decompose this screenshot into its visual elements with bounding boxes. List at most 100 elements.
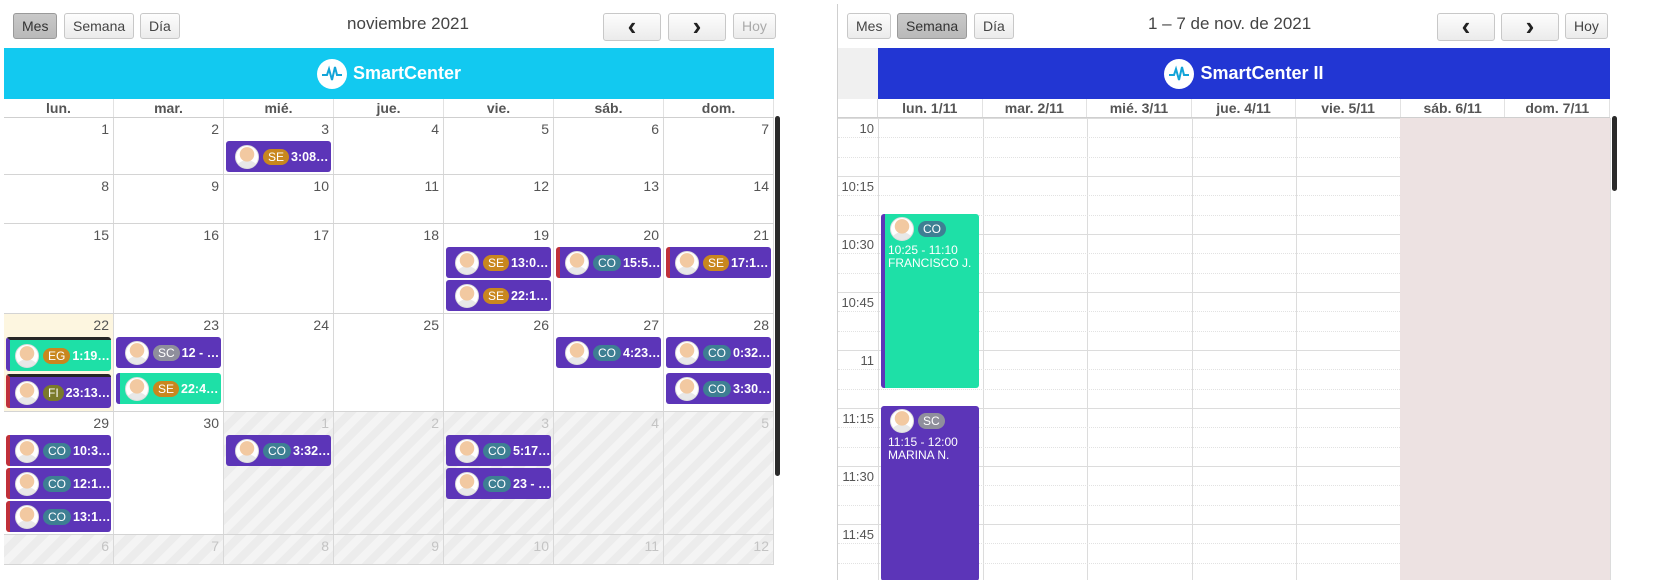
week-event[interactable]: CO 10:25 - 11:10 FRANCISCO J. bbox=[881, 214, 979, 388]
day-cell[interactable]: 11 bbox=[334, 175, 444, 223]
event-chip[interactable]: SE13:04 - ... bbox=[446, 247, 551, 278]
day-cell-other-month[interactable]: 7 bbox=[114, 535, 224, 564]
day-cell-other-month[interactable]: 4 bbox=[554, 412, 664, 534]
event-chip[interactable]: SE17:18 R... bbox=[666, 247, 771, 278]
vertical-scrollbar[interactable] bbox=[1612, 116, 1617, 191]
weekday-header: lun. mar. mié. jue. vie. sáb. dom. bbox=[4, 99, 774, 118]
day-number: 9 bbox=[431, 538, 439, 554]
day-cell-other-month[interactable]: 5 bbox=[664, 412, 774, 534]
day-cell-other-month[interactable]: 6 bbox=[4, 535, 114, 564]
day-cell[interactable]: 13 bbox=[554, 175, 664, 223]
day-cell-today[interactable]: 22 EG1:19 - 1... FI23:13 - ... bbox=[4, 314, 114, 411]
day-cell-other-month[interactable]: 12 bbox=[664, 535, 774, 564]
day-cell[interactable]: 29 CO10:35 ... CO12:16 ... CO13:17 ... bbox=[4, 412, 114, 534]
month-view-button[interactable]: Mes bbox=[847, 13, 892, 39]
next-button[interactable]: › bbox=[1501, 13, 1559, 41]
event-chip[interactable]: CO5:17 - ... bbox=[446, 435, 551, 466]
day-cell[interactable]: 24 bbox=[224, 314, 334, 411]
day-cell[interactable]: 9 bbox=[114, 175, 224, 223]
event-chip[interactable]: SE22:14 - ... bbox=[446, 280, 551, 311]
week-row: 29 CO10:35 ... CO12:16 ... CO13:17 ... 3… bbox=[4, 412, 774, 535]
day-cell[interactable]: 19 SE13:04 - ... SE22:14 - ... bbox=[444, 224, 554, 313]
day-cell[interactable]: 27 CO4:23 - ... bbox=[554, 314, 664, 411]
vertical-scrollbar[interactable] bbox=[775, 116, 780, 476]
day-cell[interactable]: 2 bbox=[114, 118, 224, 174]
event-chip[interactable]: SC12 - 12:... bbox=[116, 337, 221, 368]
day-cell-other-month[interactable]: 2 bbox=[334, 412, 444, 534]
weekday-label: mar. 2/11 bbox=[983, 99, 1088, 117]
week-event[interactable]: SC 11:15 - 12:00 MARINA N. bbox=[881, 406, 979, 580]
day-number: 15 bbox=[93, 227, 109, 243]
event-chip[interactable]: FI23:13 - ... bbox=[6, 374, 111, 408]
event-chip[interactable]: EG1:19 - 1... bbox=[6, 337, 111, 371]
day-cell[interactable]: 4 bbox=[334, 118, 444, 174]
day-cell[interactable]: 1 bbox=[4, 118, 114, 174]
event-chip[interactable]: CO 0:32 ... bbox=[666, 337, 771, 368]
next-button[interactable]: › bbox=[668, 13, 726, 41]
day-cell-other-month[interactable]: 8 bbox=[224, 535, 334, 564]
day-cell[interactable]: 23 SC12 - 12:... SE22:42 ... bbox=[114, 314, 224, 411]
day-cell[interactable]: 10 bbox=[224, 175, 334, 223]
event-chip[interactable]: CO10:35 ... bbox=[6, 435, 111, 466]
day-number: 10 bbox=[313, 178, 329, 194]
day-cell[interactable]: 26 bbox=[444, 314, 554, 411]
day-cell[interactable]: 30 bbox=[114, 412, 224, 534]
day-cell[interactable]: 18 bbox=[334, 224, 444, 313]
day-cell[interactable]: 3 SE3:08 - ... bbox=[224, 118, 334, 174]
event-type-badge: CO bbox=[918, 221, 946, 237]
day-number: 13 bbox=[643, 178, 659, 194]
weekday-label: dom. 7/11 bbox=[1505, 99, 1611, 117]
event-type-badge: SE bbox=[153, 380, 180, 397]
prev-button[interactable]: ‹ bbox=[1437, 13, 1495, 41]
event-chip[interactable]: CO3:32 - ... bbox=[226, 435, 331, 466]
day-cell[interactable]: 17 bbox=[224, 224, 334, 313]
day-cell[interactable]: 21 SE17:18 R... bbox=[664, 224, 774, 313]
event-chip[interactable]: SE22:42 ... bbox=[116, 373, 221, 404]
event-chip[interactable]: CO12:16 ... bbox=[6, 468, 111, 499]
prev-button[interactable]: ‹ bbox=[603, 13, 661, 41]
event-time: 5:17 - ... bbox=[513, 443, 551, 458]
today-button[interactable]: Hoy bbox=[1565, 13, 1608, 39]
event-chip[interactable]: SE3:08 - ... bbox=[226, 141, 331, 172]
day-cell[interactable]: 7 bbox=[664, 118, 774, 174]
today-button[interactable]: Hoy bbox=[733, 13, 776, 39]
month-grid: lun. mar. mié. jue. vie. sáb. dom. 1 2 3… bbox=[4, 99, 774, 565]
day-view-button[interactable]: Día bbox=[140, 13, 180, 39]
day-cell[interactable]: 16 bbox=[114, 224, 224, 313]
event-type-badge: CO bbox=[43, 475, 71, 492]
day-cell[interactable]: 28 CO0:32 ... CO3:30 - ... bbox=[664, 314, 774, 411]
avatar bbox=[15, 471, 39, 496]
day-cell[interactable]: 25 bbox=[334, 314, 444, 411]
day-cell[interactable]: 5 bbox=[444, 118, 554, 174]
event-chip[interactable]: CO3:30 - ... bbox=[666, 373, 771, 404]
day-number: 12 bbox=[533, 178, 549, 194]
avatar bbox=[890, 217, 914, 241]
resource-banner-row: SmartCenter II bbox=[838, 48, 1663, 99]
day-cell[interactable]: 6 bbox=[554, 118, 664, 174]
day-cell-other-month[interactable]: 1 CO3:32 - ... bbox=[224, 412, 334, 534]
week-view-button[interactable]: Semana bbox=[64, 13, 135, 39]
event-chip[interactable]: CO15:58 ... bbox=[556, 247, 661, 278]
week-row: 8 9 10 11 12 13 14 bbox=[4, 175, 774, 224]
day-cell-other-month[interactable]: 3 CO5:17 - ... CO23 - 2... bbox=[444, 412, 554, 534]
day-cell-other-month[interactable]: 11 bbox=[554, 535, 664, 564]
day-number: 27 bbox=[643, 317, 659, 333]
event-time: 13:17 ... bbox=[73, 509, 111, 524]
event-chip[interactable]: CO4:23 - ... bbox=[556, 337, 661, 368]
event-type-badge: CO bbox=[703, 344, 731, 361]
day-cell[interactable]: 8 bbox=[4, 175, 114, 223]
day-cell-other-month[interactable]: 9 bbox=[334, 535, 444, 564]
day-view-button[interactable]: Día bbox=[974, 13, 1014, 39]
event-chip[interactable]: CO13:17 ... bbox=[6, 501, 111, 532]
event-chip[interactable]: CO23 - 2... bbox=[446, 468, 551, 499]
week-row: 6 7 8 9 10 11 12 bbox=[4, 535, 774, 565]
avatar bbox=[455, 471, 479, 496]
day-cell[interactable]: 14 bbox=[664, 175, 774, 223]
day-cell[interactable]: 12 bbox=[444, 175, 554, 223]
day-cell[interactable]: 15 bbox=[4, 224, 114, 313]
day-cell-other-month[interactable]: 10 bbox=[444, 535, 554, 564]
day-cell[interactable]: 20 CO15:58 ... bbox=[554, 224, 664, 313]
day-number: 5 bbox=[541, 121, 549, 137]
month-view-button[interactable]: Mes bbox=[13, 13, 58, 39]
week-view-button[interactable]: Semana bbox=[897, 13, 968, 39]
